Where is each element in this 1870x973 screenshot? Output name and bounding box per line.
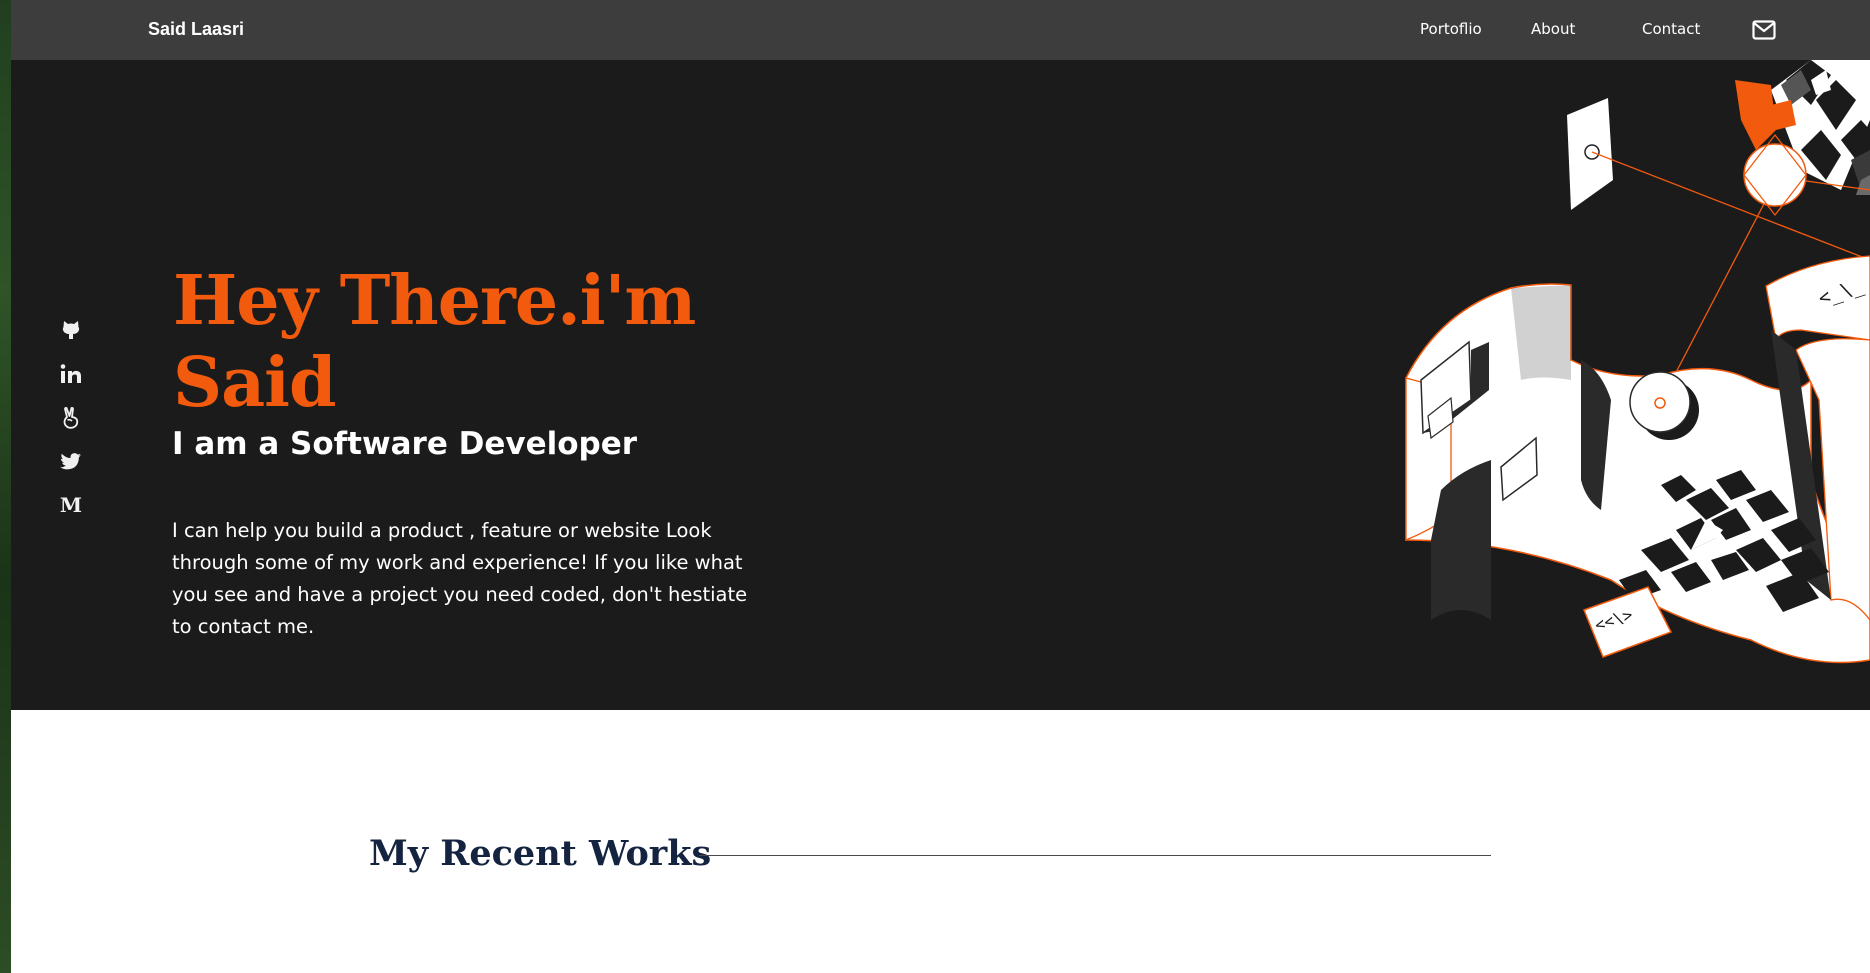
hero-illustration: <_\_ <<\> bbox=[1405, 60, 1870, 664]
recent-works-title: My Recent Works bbox=[369, 833, 712, 874]
angellist-icon[interactable] bbox=[59, 406, 83, 430]
hero-description: I can help you build a product , feature… bbox=[172, 519, 748, 638]
hero-section: M Hey There.i'm Said I am a Software Dev… bbox=[11, 60, 1870, 710]
navbar: Said Laasri Portoflio About Contact bbox=[11, 0, 1870, 60]
envelope-icon[interactable] bbox=[1752, 20, 1776, 40]
page: Said Laasri Portoflio About Contact M He… bbox=[11, 0, 1870, 973]
twitter-icon[interactable] bbox=[59, 450, 83, 474]
hero-subtitle: I am a Software Developer bbox=[172, 426, 638, 462]
hero-title: Hey There.i'm Said bbox=[173, 261, 696, 423]
medium-icon[interactable]: M bbox=[59, 493, 83, 517]
linkedin-icon[interactable] bbox=[59, 362, 83, 386]
github-icon[interactable] bbox=[59, 318, 83, 342]
medium-letter: M bbox=[59, 493, 83, 517]
desktop-background bbox=[0, 0, 11, 973]
nav-link-portfolio[interactable]: Portoflio bbox=[1420, 20, 1482, 38]
brand-logo[interactable]: Said Laasri bbox=[148, 19, 244, 40]
nav-link-contact[interactable]: Contact bbox=[1642, 20, 1700, 38]
section-divider bbox=[699, 855, 1491, 856]
nav-link-about[interactable]: About bbox=[1531, 20, 1575, 38]
